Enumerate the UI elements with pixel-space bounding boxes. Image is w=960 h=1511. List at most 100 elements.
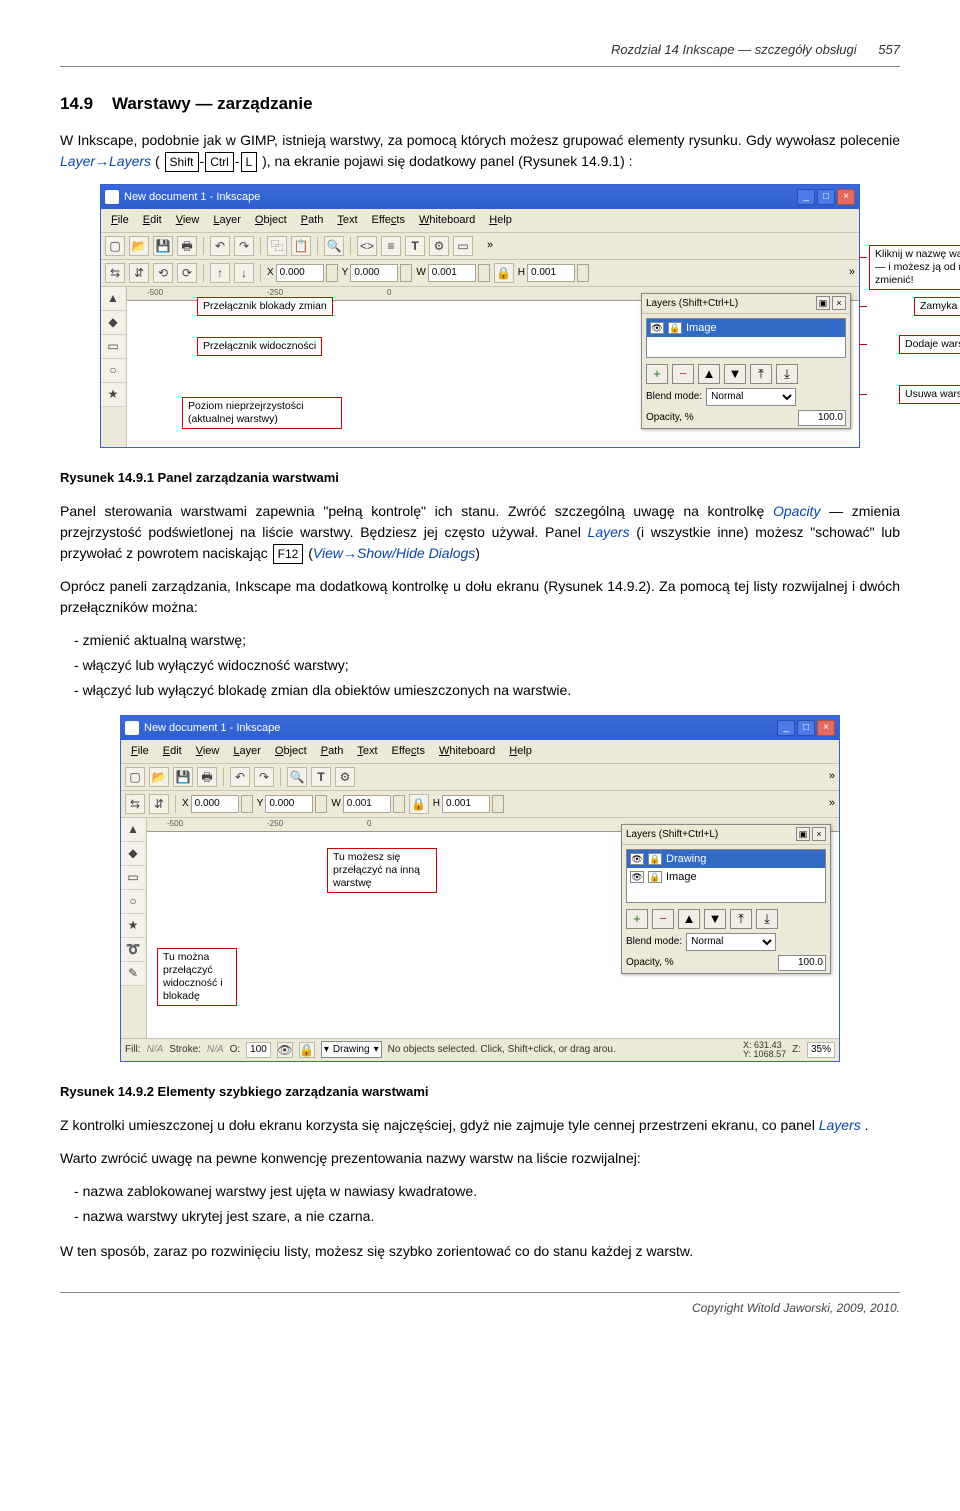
bottom-layer-button[interactable]: ⤓ [756, 909, 778, 929]
lock-toggle-icon[interactable]: 🔒 [648, 853, 662, 865]
lock-status-icon[interactable]: 🔒 [299, 1042, 315, 1058]
w-input[interactable] [428, 264, 476, 282]
copy-icon[interactable]: ⿻ [267, 236, 287, 256]
visibility-toggle-icon[interactable]: 👁 [650, 322, 664, 334]
raise-icon[interactable]: ↑ [210, 263, 230, 283]
spiral-icon[interactable]: ➰ [121, 938, 145, 962]
maximize-button[interactable]: □ [797, 720, 815, 736]
close-button[interactable]: × [837, 189, 855, 205]
panel-close-icon[interactable]: × [812, 827, 826, 841]
visibility-status-icon[interactable]: 👁 [277, 1042, 293, 1058]
x-input[interactable] [276, 264, 324, 282]
flip-h-icon[interactable]: ⇆ [125, 794, 145, 814]
menu-file[interactable]: File [125, 742, 155, 761]
w-input[interactable] [343, 795, 391, 813]
new-icon[interactable]: ▢ [125, 767, 145, 787]
minimize-button[interactable]: _ [797, 189, 815, 205]
selector-icon[interactable]: ▲ [121, 818, 145, 842]
paste-icon[interactable]: 📋 [291, 236, 311, 256]
opacity-input[interactable] [778, 955, 826, 971]
visibility-toggle-icon[interactable]: 👁 [630, 853, 644, 865]
circle-icon[interactable]: ○ [101, 359, 125, 383]
menu-bar[interactable]: File Edit View Layer Object Path Text Ef… [101, 209, 859, 233]
menu-edit[interactable]: Edit [157, 742, 188, 761]
menu-text[interactable]: Text [351, 742, 383, 761]
print-icon[interactable]: 🖶 [177, 236, 197, 256]
lock-wh-icon[interactable]: 🔒 [494, 263, 514, 283]
layer-dropdown[interactable]: ▾ Drawing ▾ [321, 1041, 382, 1058]
lower-layer-button[interactable]: ▼ [704, 909, 726, 929]
flip-v-icon[interactable]: ⇵ [149, 794, 169, 814]
blend-select[interactable]: Normal [706, 388, 796, 406]
node-icon[interactable]: ◆ [121, 842, 145, 866]
h-input[interactable] [527, 264, 575, 282]
layer-list[interactable]: 👁 🔒 Drawing 👁 🔒 Image [626, 849, 826, 903]
align-icon[interactable]: ≡ [381, 236, 401, 256]
text-icon[interactable]: T [405, 236, 425, 256]
panel-float-icon[interactable]: ▣ [816, 296, 830, 310]
y-input[interactable] [350, 264, 398, 282]
menu-text[interactable]: Text [331, 211, 363, 230]
rotate2-icon[interactable]: ⟳ [177, 263, 197, 283]
spinner-icon[interactable] [326, 264, 338, 282]
menu-object[interactable]: Object [249, 211, 293, 230]
print-icon[interactable]: 🖶 [197, 767, 217, 787]
doc-icon[interactable]: ▭ [453, 236, 473, 256]
selector-icon[interactable]: ▲ [101, 287, 125, 311]
panel-float-icon[interactable]: ▣ [796, 827, 810, 841]
rotate-icon[interactable]: ⟲ [153, 263, 173, 283]
lower-layer-button[interactable]: ▼ [724, 364, 746, 384]
menu-whiteboard[interactable]: Whiteboard [413, 211, 481, 230]
save-icon[interactable]: 💾 [173, 767, 193, 787]
lock-toggle-icon[interactable]: 🔒 [668, 322, 682, 334]
opacity-status[interactable]: 100 [246, 1042, 271, 1058]
layer-row[interactable]: 👁 🔒 Image [647, 319, 845, 338]
layer-list[interactable]: 👁 🔒 Image [646, 318, 846, 358]
lock-wh-icon[interactable]: 🔒 [409, 794, 429, 814]
layer-name[interactable]: Drawing [666, 851, 706, 868]
layer-name[interactable]: Image [666, 869, 697, 886]
circle-icon[interactable]: ○ [121, 890, 145, 914]
xml-icon[interactable]: <> [357, 236, 377, 256]
menu-path[interactable]: Path [315, 742, 350, 761]
maximize-button[interactable]: □ [817, 189, 835, 205]
new-icon[interactable]: ▢ [105, 236, 125, 256]
add-layer-button[interactable]: + [626, 909, 648, 929]
lower-icon[interactable]: ↓ [234, 263, 254, 283]
menu-help[interactable]: Help [503, 742, 538, 761]
spinner-icon[interactable] [400, 264, 412, 282]
remove-layer-button[interactable]: − [672, 364, 694, 384]
open-icon[interactable]: 📂 [149, 767, 169, 787]
node-icon[interactable]: ◆ [101, 311, 125, 335]
add-layer-button[interactable]: + [646, 364, 668, 384]
menu-help[interactable]: Help [483, 211, 518, 230]
panel-close-icon[interactable]: × [832, 296, 846, 310]
blend-select[interactable]: Normal [686, 933, 776, 951]
redo-icon[interactable]: ↷ [254, 767, 274, 787]
spinner-icon[interactable] [478, 264, 490, 282]
top-layer-button[interactable]: ⤒ [730, 909, 752, 929]
zoom-icon[interactable]: 🔍 [287, 767, 307, 787]
save-icon[interactable]: 💾 [153, 236, 173, 256]
remove-layer-button[interactable]: − [652, 909, 674, 929]
layer-name[interactable]: Image [686, 320, 717, 337]
undo-icon[interactable]: ↶ [230, 767, 250, 787]
redo-icon[interactable]: ↷ [234, 236, 254, 256]
x-input[interactable] [191, 795, 239, 813]
menu-whiteboard[interactable]: Whiteboard [433, 742, 501, 761]
minimize-button[interactable]: _ [777, 720, 795, 736]
menu-object[interactable]: Object [269, 742, 313, 761]
flip-h-icon[interactable]: ⇆ [105, 263, 125, 283]
opacity-input[interactable] [798, 410, 846, 426]
rect-icon[interactable]: ▭ [121, 866, 145, 890]
star-icon[interactable]: ★ [121, 914, 145, 938]
layer-row-image[interactable]: 👁 🔒 Image [627, 868, 825, 887]
flip-v-icon[interactable]: ⇵ [129, 263, 149, 283]
raise-layer-button[interactable]: ▲ [698, 364, 720, 384]
menu-effects[interactable]: Effects [366, 211, 411, 230]
menu-edit[interactable]: Edit [137, 211, 168, 230]
menu-effects[interactable]: Effects [386, 742, 431, 761]
raise-layer-button[interactable]: ▲ [678, 909, 700, 929]
menu-layer[interactable]: Layer [227, 742, 267, 761]
menu-view[interactable]: View [190, 742, 226, 761]
